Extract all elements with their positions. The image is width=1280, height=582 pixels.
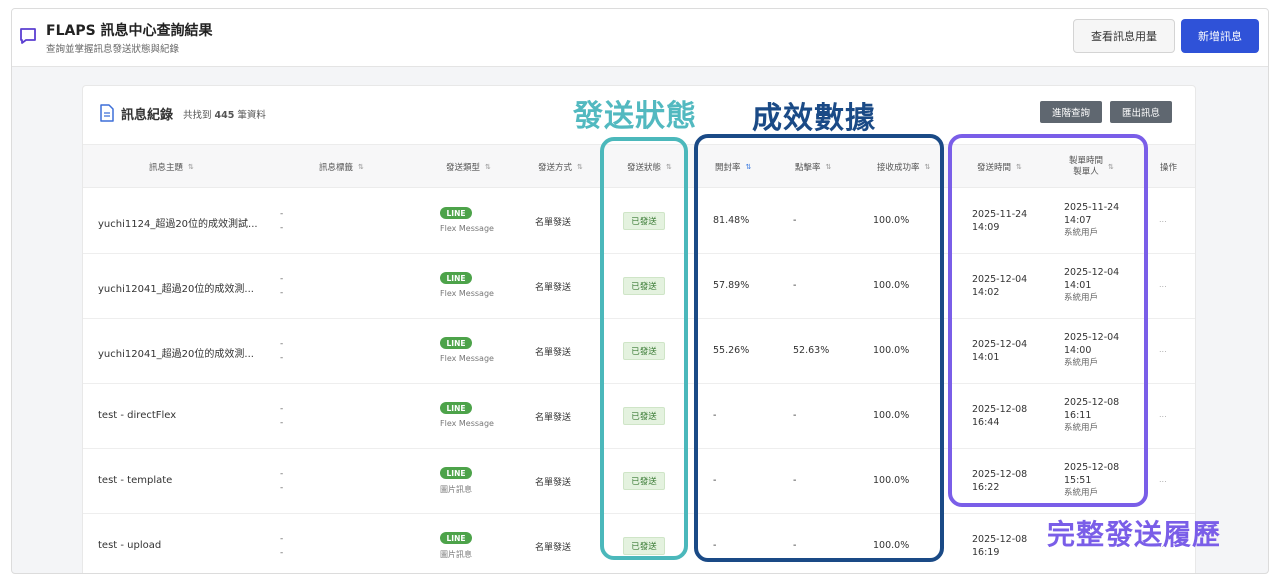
subject-cell[interactable]: test - template [98, 475, 172, 486]
view-usage-button[interactable]: 查看訊息用量 [1073, 19, 1175, 53]
row-actions-button[interactable]: ... [1159, 215, 1167, 224]
count-prefix: 共找到 [183, 110, 212, 121]
tag-cell: - [280, 404, 284, 414]
tag-cell-secondary: - [280, 548, 284, 558]
line-channel-badge: LINE [440, 532, 472, 544]
send-method-cell: 名單發送 [535, 478, 572, 488]
count-suffix: 筆資料 [237, 110, 266, 121]
top-bar: FLAPS 訊息中心查詢結果 查詢並掌握訊息發送狀態與紀錄 查看訊息用量 新增訊… [12, 9, 1268, 67]
message-type-text: Flex Message [440, 289, 494, 298]
sort-icon: ⇅ [188, 163, 194, 171]
line-channel-badge: LINE [440, 272, 472, 284]
sort-icon: ⇅ [485, 163, 491, 171]
message-icon [20, 28, 36, 44]
tag-cell-secondary: - [280, 288, 284, 298]
document-icon [100, 104, 114, 122]
panel-title: 訊息紀錄 [121, 108, 174, 123]
message-type-text: Flex Message [440, 354, 494, 363]
metrics-annotation-label: 成效數據 [752, 101, 876, 136]
tag-cell: - [280, 209, 284, 219]
row-actions-button[interactable]: ... [1159, 410, 1167, 419]
line-channel-badge: LINE [440, 207, 472, 219]
tag-cell-secondary: - [280, 353, 284, 363]
line-channel-badge: LINE [440, 402, 472, 414]
status-annotation-label: 發送狀態 [573, 99, 697, 134]
send-time-cell: 2025-12-08 16:19 [972, 533, 1027, 559]
row-actions-button[interactable]: ... [1159, 280, 1167, 289]
send-method-cell: 名單發送 [535, 348, 572, 358]
message-type-text: 圖片訊息 [440, 550, 472, 559]
export-messages-button[interactable]: 匯出訊息 [1110, 101, 1172, 123]
advanced-search-button[interactable]: 進階查詢 [1040, 101, 1102, 123]
col-subject[interactable]: 訊息主題 ⇅ [149, 145, 194, 189]
count-value: 445 [214, 110, 235, 121]
tag-cell: - [280, 274, 284, 284]
history-annotation-label: 完整發送履歷 [1047, 518, 1222, 551]
metrics-highlight-box [694, 134, 944, 562]
subject-cell[interactable]: yuchi1124_超過20位的成效測試... [98, 215, 258, 230]
col-actions: 操作 [1160, 163, 1178, 173]
line-channel-badge: LINE [440, 467, 472, 479]
subject-cell[interactable]: yuchi12041_超過20位的成效測... [98, 345, 254, 360]
subject-cell[interactable]: test - upload [98, 540, 161, 551]
subject-cell[interactable]: test - directFlex [98, 410, 176, 421]
status-highlight-box [600, 137, 688, 560]
message-type-text: 圖片訊息 [440, 485, 472, 494]
line-channel-badge: LINE [440, 337, 472, 349]
sort-icon: ⇅ [358, 163, 364, 171]
message-type-text: Flex Message [440, 419, 494, 428]
send-clock: 16:19 [972, 547, 1000, 558]
tag-cell: - [280, 534, 284, 544]
col-tag[interactable]: 訊息標籤 ⇅ [319, 145, 364, 189]
tag-cell-secondary: - [280, 223, 284, 233]
col-send-type[interactable]: 發送類型 ⇅ [446, 145, 491, 189]
sort-icon: ⇅ [577, 163, 583, 171]
send-method-cell: 名單發送 [535, 413, 572, 423]
row-actions-button[interactable]: ... [1159, 475, 1167, 484]
col-method[interactable]: 發送方式 ⇅ [538, 145, 583, 189]
tag-cell-secondary: - [280, 418, 284, 428]
page-title: FLAPS 訊息中心查詢結果 [46, 23, 213, 39]
send-method-cell: 名單發送 [535, 218, 572, 228]
subject-cell[interactable]: yuchi12041_超過20位的成效測... [98, 280, 254, 295]
record-count: 共找到 445 筆資料 [183, 107, 266, 121]
new-message-button[interactable]: 新增訊息 [1181, 19, 1259, 53]
message-type-text: Flex Message [440, 224, 494, 233]
send-method-cell: 名單發送 [535, 283, 572, 293]
history-highlight-box [948, 134, 1148, 507]
page-subtitle: 查詢並掌握訊息發送狀態與紀錄 [46, 44, 180, 55]
tag-cell: - [280, 339, 284, 349]
send-date: 2025-12-08 [972, 534, 1028, 545]
tag-cell-secondary: - [280, 483, 284, 493]
row-actions-button[interactable]: ... [1159, 345, 1167, 354]
send-method-cell: 名單發送 [535, 543, 572, 553]
tag-cell: - [280, 469, 284, 479]
